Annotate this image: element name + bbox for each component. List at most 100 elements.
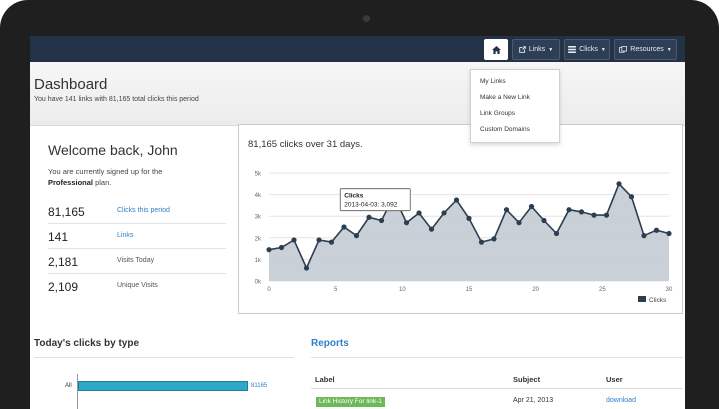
camera-dot	[363, 15, 370, 22]
clicks-menu-label: Clicks	[579, 46, 598, 53]
menu-item-link-groups[interactable]: Link Groups	[480, 110, 515, 117]
stat-value: 2,181	[48, 255, 79, 269]
clicks-menu-button[interactable]: Clicks ▼	[564, 39, 610, 60]
data-point	[453, 197, 460, 203]
chart-tooltip-text: 2013-04-03: 3,092	[344, 202, 398, 209]
y-tick-label: 4k	[255, 193, 262, 199]
page-title: Dashboard	[34, 76, 108, 93]
y-tick-label: 0k	[255, 280, 262, 286]
data-point	[516, 220, 522, 226]
x-tick-label: 5	[334, 287, 338, 293]
data-point	[303, 265, 310, 271]
home-icon	[491, 45, 501, 54]
data-point	[328, 239, 335, 245]
data-point	[528, 203, 535, 210]
data-point	[616, 181, 622, 187]
caret-down-icon: ▼	[600, 46, 606, 53]
bar-all[interactable]	[78, 381, 248, 391]
stat-row-links: 141 Links	[48, 224, 226, 249]
clicks-area-fill	[269, 183, 669, 281]
data-point	[503, 207, 510, 213]
stat-row-visits-today: 2,181 Visits Today	[48, 249, 226, 274]
resources-icon	[619, 46, 628, 53]
data-point	[291, 237, 297, 243]
data-point	[578, 209, 585, 215]
menu-item-make-new-link[interactable]: Make a New Link	[480, 94, 530, 101]
data-point	[491, 236, 497, 242]
page-subtitle: You have 141 links with 81,165 total cli…	[34, 96, 199, 103]
data-point	[666, 230, 672, 237]
links-dropdown-menu: My Links Make a New Link Link Groups Cus…	[470, 69, 560, 143]
data-point	[341, 224, 347, 230]
stat-value: 81,165	[48, 205, 85, 219]
reports-title[interactable]: Reports	[311, 338, 349, 349]
data-point	[653, 227, 660, 233]
data-point	[378, 217, 385, 224]
column-header-subject: Subject	[513, 375, 541, 384]
menu-item-my-links[interactable]: My Links	[480, 78, 506, 85]
x-tick-label: 25	[599, 287, 606, 293]
plan-name: Professional	[48, 178, 94, 187]
todays-clicks-title: Today's clicks by type	[34, 338, 140, 349]
stat-value: 141	[48, 230, 69, 244]
legend-label: Clicks	[649, 297, 667, 304]
bar-value-label: 81165	[251, 383, 268, 389]
menu-item-custom-domains[interactable]: Custom Domains	[480, 126, 530, 133]
list-icon	[568, 46, 577, 53]
data-point	[353, 233, 360, 239]
links-menu-button[interactable]: Links ▼	[512, 39, 560, 60]
data-point	[591, 212, 597, 218]
home-button[interactable]	[484, 39, 508, 60]
data-point	[566, 207, 572, 213]
data-point	[466, 215, 472, 221]
resources-menu-button[interactable]: Resources ▼	[614, 39, 677, 60]
data-point	[316, 237, 322, 243]
data-point	[403, 220, 410, 226]
y-tick-label: 1k	[255, 258, 262, 264]
welcome-heading: Welcome back, John	[48, 142, 178, 158]
caret-down-icon: ▼	[666, 46, 672, 53]
y-tick-label: 3k	[255, 215, 262, 221]
data-point	[641, 233, 647, 239]
plan-text-line2: Professional plan.	[48, 178, 111, 187]
x-tick-label: 0	[267, 287, 271, 293]
app-screen: Links ▼ Clicks ▼ Resources ▼ My Links Ma…	[30, 36, 685, 409]
bar-category-label: All	[65, 383, 72, 389]
data-point	[478, 239, 485, 245]
caret-down-icon: ▼	[548, 46, 554, 53]
page-header: Dashboard You have 141 links with 81,165…	[30, 62, 685, 126]
links-menu-label: Links	[528, 46, 546, 53]
x-tick-label: 15	[466, 287, 473, 293]
stat-label: Visits Today	[117, 257, 155, 264]
data-point	[428, 226, 435, 232]
data-point	[541, 217, 547, 224]
column-header-user: User	[606, 375, 623, 384]
data-point	[416, 210, 422, 216]
divider	[311, 357, 683, 358]
top-navbar: Links ▼ Clicks ▼ Resources ▼	[30, 36, 685, 62]
report-download-link[interactable]: download	[606, 397, 636, 404]
data-point	[553, 230, 560, 237]
links-link[interactable]: Links	[117, 232, 133, 239]
data-point	[266, 247, 272, 253]
y-tick-label: 2k	[255, 236, 262, 242]
clicks-this-period-link[interactable]: Clicks this period	[117, 207, 170, 214]
stat-row-unique-visits: 2,109 Unique Visits	[48, 274, 226, 299]
data-point	[441, 210, 447, 216]
column-header-label: Label	[315, 375, 335, 384]
legend-swatch	[638, 296, 646, 302]
x-tick-label: 20	[532, 287, 539, 293]
data-point	[366, 214, 372, 220]
x-tick-label: 30	[666, 287, 673, 293]
report-label-badge: Link History For link-1	[316, 397, 385, 407]
external-link-icon	[519, 46, 526, 53]
stat-value: 2,109	[48, 280, 79, 294]
resources-menu-label: Resources	[630, 46, 664, 53]
clicks-chart-panel: 81,165 clicks over 31 days. 0k 1k 2k 3k 4k 5k…	[238, 124, 683, 314]
divider	[34, 357, 294, 358]
report-subject: Apr 21, 2013	[513, 397, 554, 404]
divider	[311, 388, 683, 389]
y-tick-label: 5k	[255, 172, 262, 178]
plan-suffix: plan.	[93, 178, 112, 187]
clicks-area-chart: 0k 1k 2k 3k 4k 5k 0 5 10 15 20 25 30 Clicks 2013-04-03…	[255, 172, 673, 305]
